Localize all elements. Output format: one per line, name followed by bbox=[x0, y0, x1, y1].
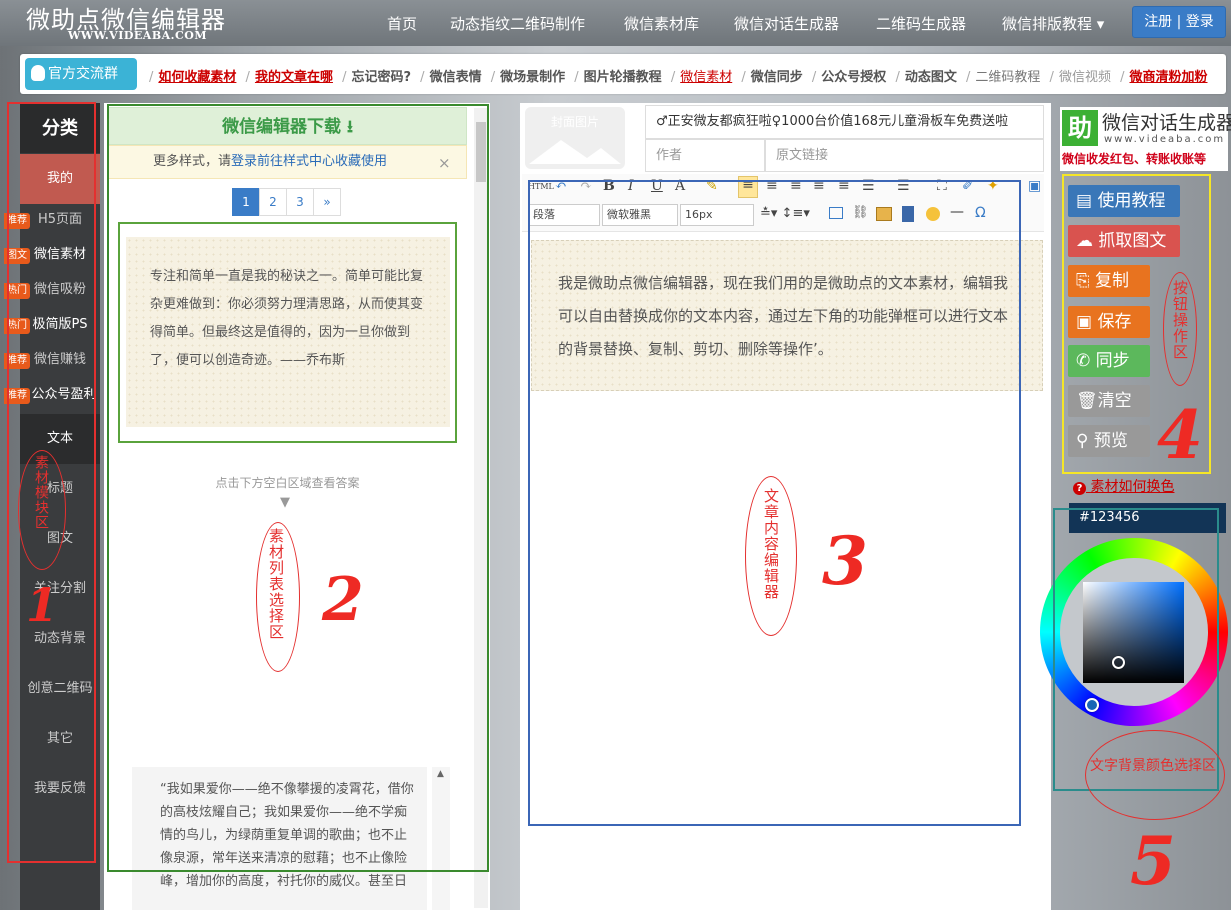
link-where-my-article[interactable]: 我的文章在哪 bbox=[255, 70, 333, 85]
ad-title: 微信对话生成器 bbox=[1102, 112, 1231, 134]
link-micro-scene[interactable]: 微场景制作 bbox=[500, 70, 565, 85]
link-animated-article[interactable]: 动态图文 bbox=[905, 70, 957, 85]
qq-icon bbox=[31, 65, 45, 81]
annotation-number-4: 4 bbox=[1157, 396, 1203, 474]
nav-qrcode-fingerprint[interactable]: 动态指纹二维码制作 bbox=[450, 13, 585, 34]
image-placeholder-icon bbox=[529, 140, 621, 164]
login-register-button[interactable]: 注册 | 登录 bbox=[1132, 6, 1226, 38]
annotation-label-1: 素材模块区 bbox=[33, 455, 49, 530]
annotation-ellipse-5 bbox=[1085, 730, 1225, 820]
preview-window-icon[interactable]: ▣ bbox=[1028, 178, 1041, 194]
nav-chat-generator[interactable]: 微信对话生成器 bbox=[734, 13, 839, 34]
link-how-to-collect[interactable]: 如何收藏素材 bbox=[158, 70, 236, 85]
annotation-card-box bbox=[118, 222, 457, 443]
annotation-number-5: 5 bbox=[1130, 822, 1176, 900]
nav-qrcode-generator[interactable]: 二维码生成器 bbox=[876, 13, 966, 34]
author-input[interactable]: 作者 bbox=[645, 139, 765, 172]
annotation-number-3: 3 bbox=[822, 522, 868, 600]
annotation-box-2 bbox=[107, 104, 489, 872]
cover-label: 封面图片 bbox=[550, 115, 599, 129]
logo-subtitle: WWW.VIDEABA.COM bbox=[68, 29, 207, 42]
nav-home[interactable]: 首页 bbox=[387, 13, 417, 34]
ad-subtitle: 微信收发红包、转账收账等 bbox=[1062, 152, 1207, 166]
nav-tutorial-dropdown[interactable]: 微信排版教程 ▾ bbox=[1002, 13, 1104, 34]
ad-url: www.videaba.com bbox=[1104, 134, 1226, 145]
link-carousel-tutorial[interactable]: 图片轮播教程 bbox=[584, 70, 662, 85]
official-group-label: 官方交流群 bbox=[48, 66, 118, 82]
annotation-number-1: 1 bbox=[26, 578, 59, 632]
link-clean-fans[interactable]: 微商清粉加粉 bbox=[1129, 70, 1207, 85]
nav-material-library[interactable]: 微信素材库 bbox=[624, 13, 699, 34]
link-wechat-video[interactable]: 微信视频 bbox=[1059, 70, 1111, 85]
link-wechat-sync[interactable]: 微信同步 bbox=[751, 70, 803, 85]
official-group-button[interactable]: 官方交流群 bbox=[25, 58, 137, 90]
link-forgot-password[interactable]: 忘记密码? bbox=[351, 70, 411, 85]
link-qrcode-tutorial[interactable]: 二维码教程 bbox=[975, 70, 1040, 85]
annotation-number-2: 2 bbox=[322, 565, 364, 635]
question-icon: ? bbox=[1073, 482, 1086, 495]
cover-image-upload[interactable]: 封面图片 bbox=[525, 107, 625, 169]
ad-logo: 助 bbox=[1062, 110, 1098, 146]
color-change-help-link[interactable]: ? 素材如何换色 bbox=[1073, 476, 1174, 496]
howto-label: 素材如何换色 bbox=[1090, 479, 1175, 495]
link-account-auth[interactable]: 公众号授权 bbox=[821, 70, 886, 85]
article-title-input[interactable]: ♂正安微友都疯狂啦♀1000台价值168元儿童滑板车免费送啦 bbox=[645, 105, 1044, 139]
link-wechat-material[interactable]: 微信素材 bbox=[680, 70, 732, 85]
annotation-label-4: 按钮操作区 bbox=[1171, 280, 1189, 360]
source-link-input[interactable]: 原文链接 bbox=[765, 139, 1044, 172]
quick-links: / 如何收藏素材 / 我的文章在哪 / 忘记密码? / 微信表情 / 微场景制作 / 图片轮… bbox=[149, 70, 1208, 85]
annotation-label-2: 素材列表选择区 bbox=[267, 528, 285, 640]
annotation-label-3: 文章内容编辑器 bbox=[762, 488, 780, 600]
link-wechat-emoji[interactable]: 微信表情 bbox=[430, 70, 482, 85]
annotation-label-5: 文字背景颜色选择区 bbox=[1090, 758, 1216, 774]
